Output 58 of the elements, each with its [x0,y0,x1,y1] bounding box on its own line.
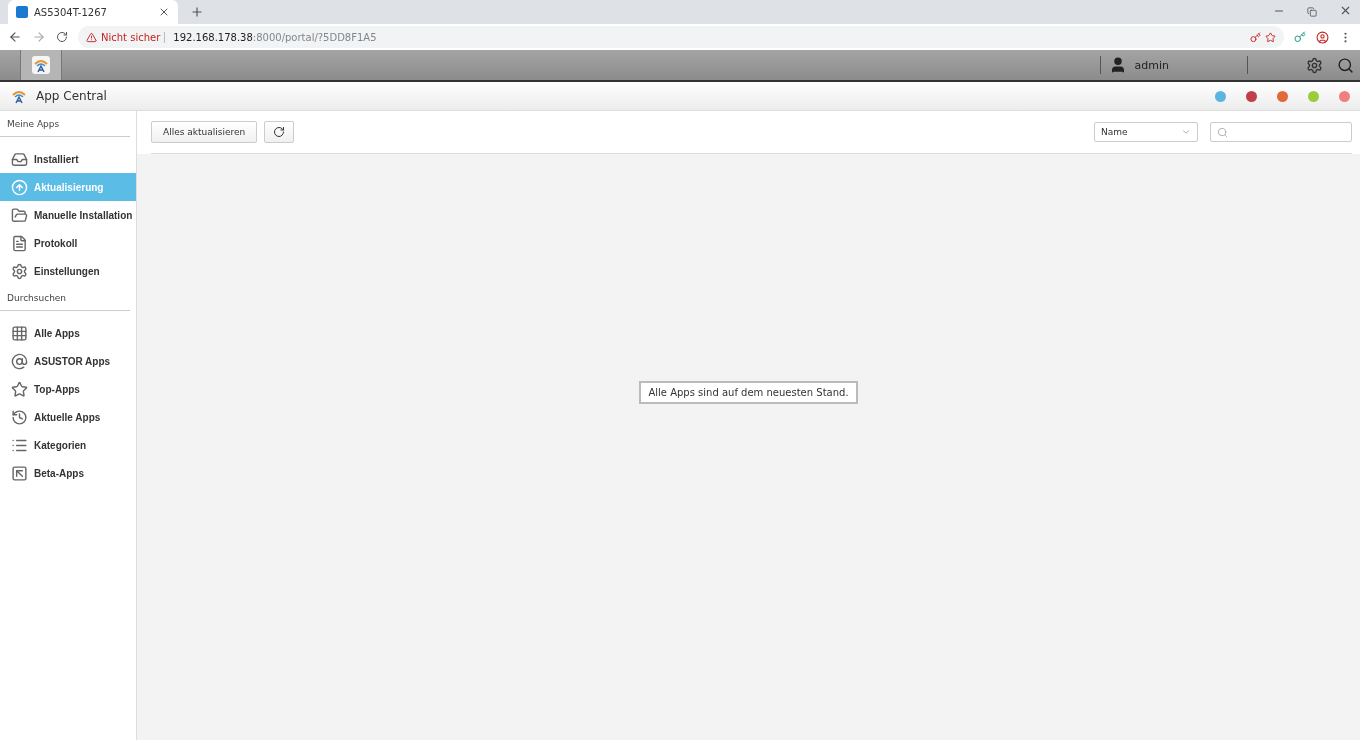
restore-icon[interactable] [1307,7,1317,17]
security-label: Nicht sicher [101,31,161,43]
key-icon[interactable] [1250,31,1261,43]
group-title: Durchsuchen [0,285,130,311]
star-icon[interactable] [1265,31,1276,43]
document-icon [11,234,28,252]
sidebar-item[interactable]: Kategorien [0,431,136,459]
at-sign-icon [11,352,28,370]
reload-icon[interactable] [56,31,68,43]
window-dot[interactable] [1339,90,1350,102]
new-tab-icon[interactable] [190,5,204,19]
update-all-button[interactable]: Alles aktualisieren [151,121,258,143]
window-dot[interactable] [1215,90,1226,102]
app-title: App Central [36,89,107,103]
address-bar[interactable]: Nicht sicher 192.168.178.38:8000/portal/?5DD8F1A5 [78,26,1284,48]
history-icon [11,408,28,426]
folder-icon [11,206,28,224]
back-icon[interactable] [8,30,22,44]
inbox-icon [11,150,28,168]
profile-icon[interactable] [1316,30,1329,44]
sidebar-item[interactable]: Protokoll [0,229,136,257]
url-host: 192.168.178.38 [164,31,253,43]
sidebar-item[interactable]: Einstellungen [0,257,136,285]
logo-icon [32,56,50,74]
window-dot[interactable] [1246,90,1257,102]
window-dot[interactable] [1308,90,1319,102]
star-icon [11,380,28,398]
refresh-icon [273,126,286,138]
refresh-button[interactable] [264,121,295,143]
close-icon[interactable] [158,6,170,18]
close-icon[interactable] [1339,4,1352,17]
search-icon[interactable] [1337,56,1354,74]
sidebar-item[interactable]: Top-Apps [0,375,136,403]
sidebar-item[interactable]: Alle Apps [0,319,136,347]
warning-icon [86,31,97,43]
sidebar-item[interactable]: Beta-Apps [0,459,136,487]
upload-icon [11,178,28,196]
favicon-icon [16,6,28,18]
search-field[interactable] [1210,122,1352,142]
group-title: Meine Apps [0,111,130,137]
chevron-down-icon [1181,127,1191,137]
settings-icon [11,262,28,280]
tab-title: AS5304T-1267 [34,6,108,18]
url-path: :8000/portal/?5DD8F1A5 [252,31,377,43]
sidebar-item[interactable]: Aktuelle Apps [0,403,136,431]
app-logo-tab[interactable] [20,50,62,80]
sidebar-item[interactable]: Manuelle Installation [0,201,136,229]
status-message: Alle Apps sind auf dem neuesten Stand. [639,380,858,404]
sidebar-item[interactable]: ASUSTOR Apps [0,347,136,375]
key-icon[interactable] [1294,31,1306,43]
sort-dropdown[interactable]: Name [1094,122,1198,142]
search-icon [1217,126,1228,138]
forward-icon[interactable] [32,30,46,44]
sidebar-item[interactable]: Installiert [0,145,136,173]
grid-icon [11,324,28,342]
browser-tab[interactable]: AS5304T-1267 [8,0,178,24]
user-name[interactable]: admin [1134,58,1169,72]
window-dot[interactable] [1277,90,1288,102]
